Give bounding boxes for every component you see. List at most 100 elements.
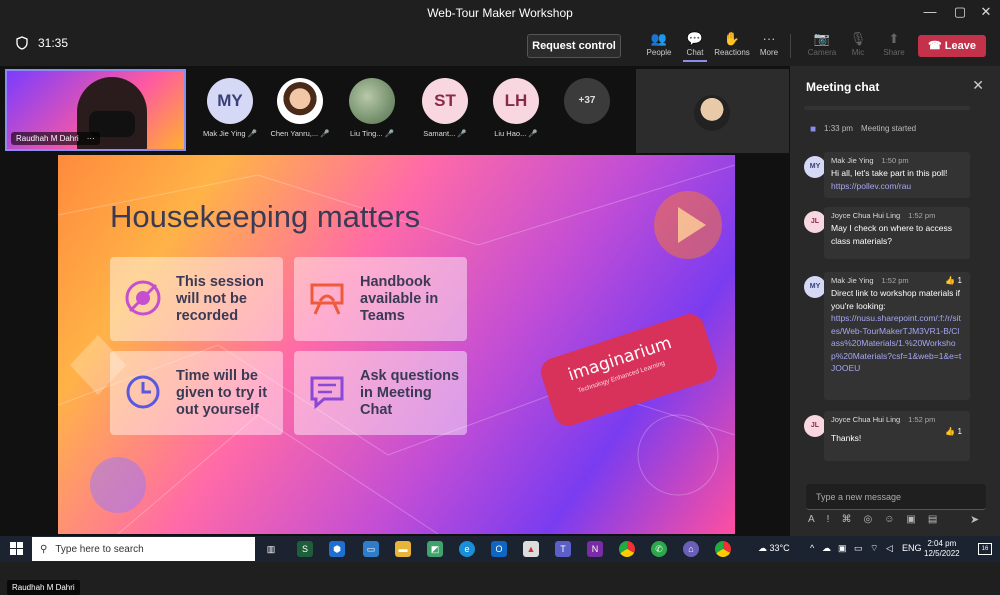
shield-icon — [16, 36, 28, 50]
search-icon: ⚲ — [40, 543, 48, 555]
app-icon-green[interactable]: ◩ — [427, 541, 443, 557]
info-card: Ask questions in Meeting Chat — [294, 351, 467, 435]
message-time: 1:52 pm — [908, 211, 936, 220]
app-icon-monitor[interactable]: ▭ — [363, 541, 379, 557]
meeting-timer: 31:35 — [16, 36, 68, 50]
show-hidden-icons[interactable]: ^ — [810, 543, 814, 553]
onenote-icon[interactable]: N — [587, 541, 603, 557]
request-control-button[interactable]: Request control — [527, 34, 621, 58]
close-chat-icon[interactable]: ✕ — [972, 77, 984, 94]
mic-muted-icon: 🎤 — [320, 129, 330, 138]
message-body: May I check on where to access class mat… — [831, 223, 952, 246]
participant-name: Chen Yanru,... 🎤 — [270, 129, 330, 138]
message-input[interactable] — [806, 484, 986, 509]
meeting-started-event: ■ 1:33 pm Meeting started — [810, 124, 916, 135]
mic-label: Mic — [851, 48, 865, 57]
participant-tile[interactable]: MY Mak Jie Ying 🎤 — [195, 78, 265, 138]
maximize-icon[interactable]: ▢ — [950, 4, 970, 20]
participant-name: Liu Hao... 🎤 — [494, 129, 538, 138]
format-icon[interactable]: A — [808, 514, 815, 525]
message-link[interactable]: https://nusu.sharepoint.com/:f:/r/sites/… — [831, 312, 963, 375]
taskbar-search[interactable]: ⚲ Type here to search — [32, 537, 255, 561]
no-recording-icon — [125, 280, 161, 316]
info-card: Time will be given to try it out yoursel… — [110, 351, 283, 435]
chrome-icon[interactable] — [619, 541, 635, 557]
weather-widget[interactable]: ☁ 33°C — [758, 543, 790, 554]
github-icon[interactable]: ⌂ — [683, 541, 699, 557]
camera-off-icon: 📷 — [813, 31, 831, 46]
reactions-button[interactable]: ✋ Reactions — [712, 30, 752, 57]
remote-video-person — [694, 95, 730, 131]
like-reaction[interactable]: 👍 1 — [945, 427, 962, 436]
more-label: More — [759, 48, 779, 57]
message-author: Mak Jie Ying — [831, 156, 874, 165]
important-icon[interactable]: ! — [827, 514, 830, 525]
message-bubble[interactable]: Mak Jie Ying 1:52 pm Direct link to works… — [824, 272, 970, 400]
chat-label: Chat — [686, 48, 704, 57]
message-bubble[interactable]: Joyce Chua Hui Ling 1:52 pm Thanks! 👍 1 — [824, 411, 970, 461]
card-text: Ask questions in Meeting Chat — [360, 368, 460, 418]
loop-icon[interactable]: ◎ — [863, 514, 872, 525]
wifi-icon[interactable]: ⌔ — [870, 543, 878, 554]
camera-button[interactable]: 📷 Camera — [802, 30, 842, 57]
participant-name: Liu Ting... 🎤 — [350, 129, 394, 138]
sticker-icon[interactable]: ▤ — [928, 514, 937, 525]
message-link[interactable]: https://pollev.com/rau — [831, 180, 963, 193]
overflow-participants[interactable]: +37 — [552, 78, 622, 124]
send-icon[interactable]: ➤ — [970, 513, 979, 526]
leave-button[interactable]: ☎ Leave — [918, 35, 986, 57]
people-button[interactable]: 👥 People — [639, 30, 679, 57]
share-label: Share — [883, 48, 905, 57]
remote-video-tile[interactable] — [636, 69, 789, 153]
meeting-toolbar: 31:35 Request control 👥 People 💬 Chat ✋ … — [0, 26, 1000, 66]
presentation-board-icon — [310, 283, 344, 315]
self-video-tile[interactable]: Raudhah M Dahri ··· — [5, 69, 186, 151]
volume-icon[interactable]: ◁ — [886, 543, 893, 554]
language-indicator[interactable]: ENG — [902, 543, 922, 553]
more-options-icon[interactable]: ··· — [87, 134, 95, 143]
outlook-icon[interactable]: O — [491, 541, 507, 557]
participant-tile[interactable]: Liu Ting... 🎤 — [337, 78, 407, 138]
mic-muted-icon: 🎤 — [528, 129, 538, 138]
title-bar: Web-Tour Maker Workshop — ▢ ✕ — [0, 0, 1000, 26]
chat-button[interactable]: 💬 Chat — [675, 30, 715, 62]
minimize-icon[interactable]: — — [920, 4, 940, 19]
close-icon[interactable]: ✕ — [976, 4, 996, 20]
teams-icon[interactable]: T — [555, 541, 571, 557]
edge-icon[interactable]: e — [459, 541, 475, 557]
windows-start-icon[interactable] — [10, 542, 23, 555]
chrome-icon[interactable] — [715, 541, 731, 557]
app-icon-photo[interactable]: ▲ — [523, 541, 539, 557]
people-label: People — [646, 48, 672, 57]
participant-tile[interactable]: LH Liu Hao... 🎤 — [481, 78, 551, 138]
battery-icon[interactable]: ▭ — [854, 543, 863, 554]
message-bubble[interactable]: Joyce Chua Hui Ling 1:52 pm May I check o… — [824, 207, 970, 259]
app-icon-shield[interactable]: ⬢ — [329, 541, 345, 557]
message-time: 1:52 pm — [908, 415, 936, 424]
chat-bubble-icon — [310, 376, 344, 410]
notification-center-icon[interactable]: 16 — [978, 543, 992, 555]
gif-icon[interactable]: ▣ — [906, 514, 915, 525]
whatsapp-icon[interactable]: ✆ — [651, 541, 667, 557]
message-author: Joyce Chua Hui Ling — [831, 415, 901, 424]
previous-message-stub — [804, 106, 970, 110]
emoji-icon[interactable]: ☺ — [884, 514, 894, 525]
attach-icon[interactable]: ⌘ — [841, 514, 851, 525]
file-explorer-icon[interactable]: ▬ — [395, 541, 411, 557]
mic-muted-icon: 🎤 — [384, 129, 394, 138]
tray-app-icon[interactable]: ▣ — [838, 543, 847, 554]
task-view-icon[interactable]: ▥ — [263, 541, 279, 557]
onedrive-icon[interactable]: ☁ — [822, 543, 831, 554]
participant-tile[interactable]: ST Samant... 🎤 — [410, 78, 480, 138]
overflow-count: +37 — [564, 78, 610, 124]
taskbar-clock[interactable]: 2:04 pm 12/5/2022 — [924, 539, 960, 559]
like-reaction[interactable]: 👍 1 — [945, 276, 962, 285]
more-button[interactable]: ··· More — [749, 30, 789, 57]
share-button[interactable]: ⬆ Share — [874, 30, 914, 57]
message-bubble[interactable]: Mak Jie Ying 1:50 pm Hi all, let's take p… — [824, 152, 970, 198]
info-card: Handbook available in Teams — [294, 257, 467, 341]
app-icon-s[interactable]: S — [297, 541, 313, 557]
avatar: ST — [422, 78, 468, 124]
mic-button[interactable]: 🎙 Mic — [838, 30, 878, 57]
participant-tile[interactable]: Chen Yanru,... 🎤 — [265, 78, 335, 138]
